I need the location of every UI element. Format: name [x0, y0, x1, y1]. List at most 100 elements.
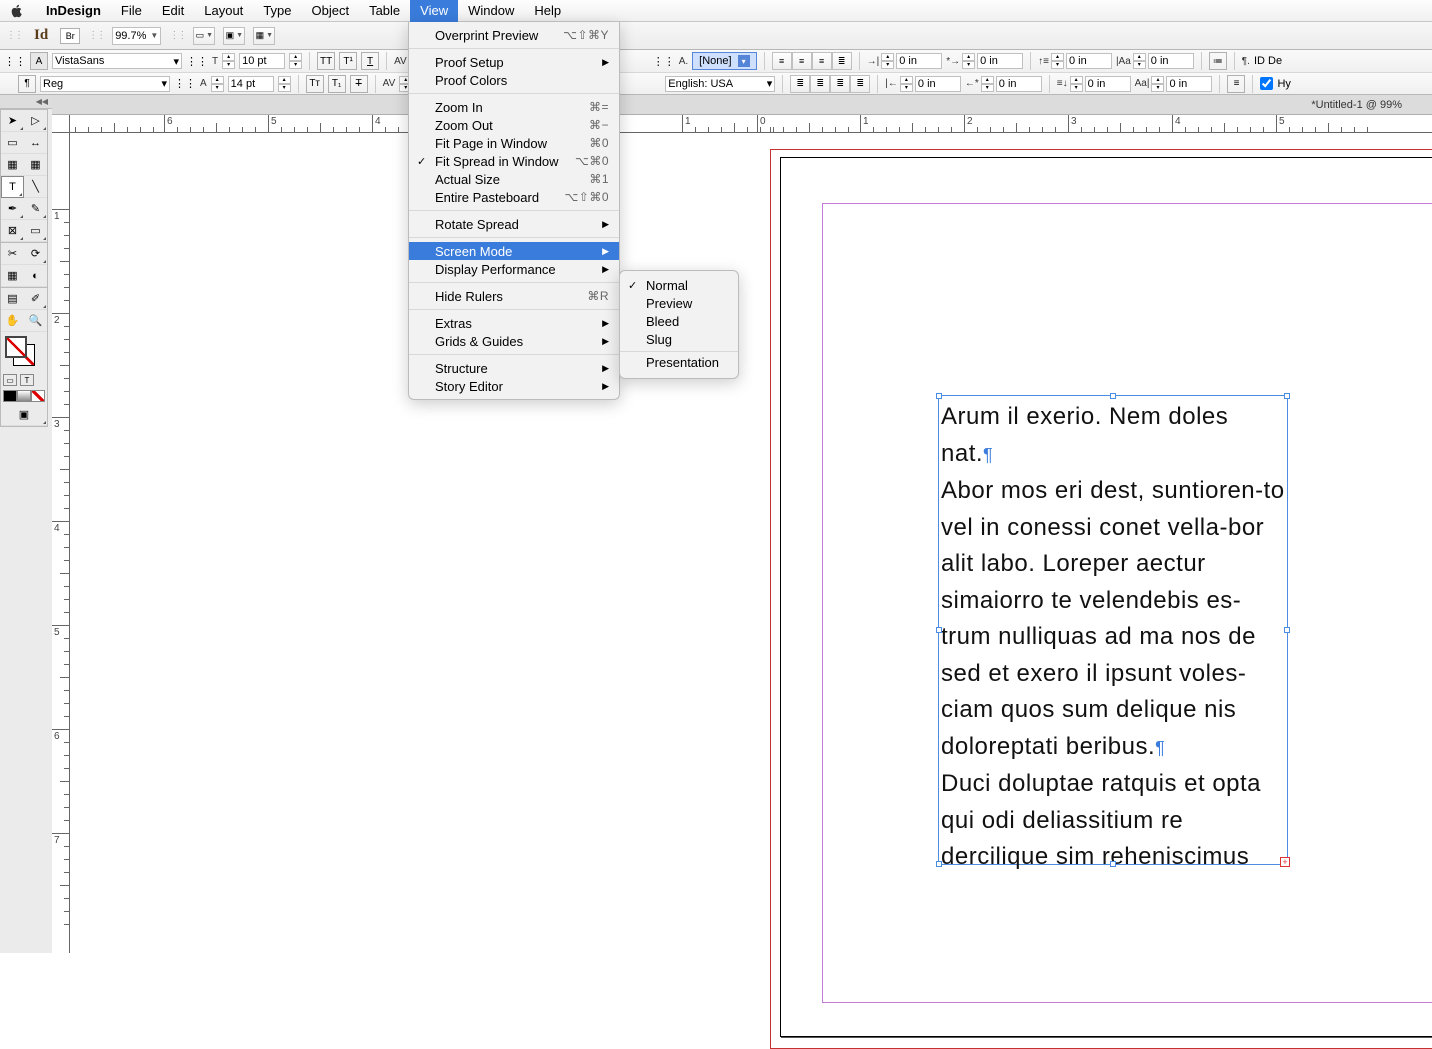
- eyedropper-tool[interactable]: ✐: [24, 288, 47, 310]
- apply-gradient-icon[interactable]: [17, 390, 31, 402]
- stepper[interactable]: ▴▾: [1051, 53, 1064, 69]
- char-format-mode[interactable]: A: [30, 52, 48, 70]
- rectangle-frame-tool[interactable]: ⊠: [1, 220, 24, 242]
- justify-center-button[interactable]: ≣: [810, 75, 830, 93]
- type-tool[interactable]: T: [1, 176, 24, 198]
- indent-field[interactable]: 0 in: [996, 76, 1042, 92]
- menu-item-proof-setup[interactable]: Proof Setup▶: [409, 53, 619, 71]
- stepper[interactable]: ▴▾: [289, 53, 302, 69]
- leading-field[interactable]: 14 pt: [228, 76, 274, 92]
- menu-item-zoom-in[interactable]: Zoom In⌘=: [409, 98, 619, 116]
- menubar-item-view[interactable]: View: [410, 0, 458, 22]
- underline-button[interactable]: T: [361, 52, 379, 70]
- language-select[interactable]: English: USA▾: [665, 76, 775, 92]
- strike-button[interactable]: T: [350, 75, 368, 93]
- menu-item-actual-size[interactable]: Actual Size⌘1: [409, 170, 619, 188]
- justify-right-button[interactable]: ≣: [830, 75, 850, 93]
- gradient-swatch-tool[interactable]: ▦: [1, 265, 24, 287]
- arrange-docs-button[interactable]: ▦▼: [253, 27, 275, 45]
- space-field[interactable]: 0 in: [1066, 53, 1112, 69]
- menu-item-zoom-out[interactable]: Zoom Out⌘−: [409, 116, 619, 134]
- document-canvas[interactable]: + Arum il exerio. Nem doles nat.¶ Abor m…: [70, 133, 1432, 953]
- overset-indicator-icon[interactable]: +: [1280, 857, 1290, 867]
- menu-item-extras[interactable]: Extras▶: [409, 314, 619, 332]
- format-container-icon[interactable]: ▭: [3, 374, 17, 386]
- justify-all-button[interactable]: ≣: [790, 75, 810, 93]
- menubar-item-table[interactable]: Table: [359, 0, 410, 22]
- scissors-tool[interactable]: ✂: [1, 243, 24, 265]
- menubar-item-edit[interactable]: Edit: [152, 0, 194, 22]
- menu-item-proof-colors[interactable]: Proof Colors: [409, 71, 619, 89]
- indent-field[interactable]: 0 in: [915, 76, 961, 92]
- rectangle-tool[interactable]: ▭: [24, 220, 47, 242]
- tools-collapse-handle[interactable]: ◀◀: [0, 95, 52, 109]
- line-tool[interactable]: ╲: [24, 176, 47, 198]
- gradient-feather-tool[interactable]: ◐: [24, 265, 47, 287]
- content-collector-tool[interactable]: ▦: [1, 154, 24, 176]
- superscript-button[interactable]: T¹: [339, 52, 357, 70]
- stepper[interactable]: ▴▾: [1070, 76, 1083, 92]
- char-style-select[interactable]: [None]▾: [692, 52, 756, 70]
- menubar-item-window[interactable]: Window: [458, 0, 524, 22]
- zoom-level-select[interactable]: 99.7%▼: [112, 27, 161, 45]
- submenu-bleed[interactable]: Bleed: [620, 313, 738, 331]
- menubar-item-file[interactable]: File: [111, 0, 152, 22]
- font-family-field[interactable]: VistaSans▾: [52, 53, 182, 69]
- menu-item-hide-rulers[interactable]: Hide Rulers⌘R: [409, 287, 619, 305]
- bullets-button[interactable]: ≔: [1209, 52, 1227, 70]
- horizontal-ruler[interactable]: 76541012345: [52, 115, 1432, 133]
- stepper[interactable]: ▴▾: [1151, 76, 1164, 92]
- font-size-field[interactable]: 10 pt: [239, 53, 285, 69]
- fill-stroke-swatch[interactable]: [1, 332, 47, 372]
- format-text-icon[interactable]: T: [20, 374, 34, 386]
- stepper[interactable]: ▴▾: [211, 76, 224, 92]
- page-tool[interactable]: ▭: [1, 132, 24, 154]
- stepper[interactable]: ▴▾: [900, 76, 913, 92]
- apple-logo-icon[interactable]: [10, 4, 24, 18]
- bridge-button[interactable]: Br: [60, 28, 80, 44]
- submenu-slug[interactable]: Slug: [620, 331, 738, 349]
- apply-color-icon[interactable]: [3, 390, 17, 402]
- text-frame[interactable]: + Arum il exerio. Nem doles nat.¶ Abor m…: [938, 395, 1288, 865]
- align-right-button[interactable]: ≡: [812, 52, 832, 70]
- indesign-logo[interactable]: Id: [34, 27, 48, 44]
- apply-none-icon[interactable]: [31, 390, 45, 402]
- align-center-button[interactable]: ≡: [792, 52, 812, 70]
- stepper[interactable]: ▴▾: [962, 53, 975, 69]
- menu-item-story-editor[interactable]: Story Editor▶: [409, 377, 619, 395]
- submenu-normal[interactable]: ✓Normal: [620, 277, 738, 295]
- menu-item-display-performance[interactable]: Display Performance▶: [409, 260, 619, 278]
- note-tool[interactable]: ▤: [1, 288, 24, 310]
- menubar-item-type[interactable]: Type: [253, 0, 301, 22]
- align-left-button[interactable]: ≡: [772, 52, 792, 70]
- menu-item-fit-spread-in-window[interactable]: ✓Fit Spread in Window⌥⌘0: [409, 152, 619, 170]
- menu-item-structure[interactable]: Structure▶: [409, 359, 619, 377]
- vertical-ruler[interactable]: 1234567: [52, 133, 70, 953]
- view-options-button[interactable]: ▭▼: [193, 27, 215, 45]
- menu-item-grids-guides[interactable]: Grids & Guides▶: [409, 332, 619, 350]
- menu-item-overprint-preview[interactable]: Overprint Preview⌥⇧⌘Y: [409, 26, 619, 44]
- space-field[interactable]: 0 in: [1085, 76, 1131, 92]
- document-title[interactable]: *Untitled-1 @ 99%: [1311, 99, 1402, 111]
- selection-tool[interactable]: ➤: [1, 110, 24, 132]
- menubar-item-layout[interactable]: Layout: [194, 0, 253, 22]
- menu-item-entire-pasteboard[interactable]: Entire Pasteboard⌥⇧⌘0: [409, 188, 619, 206]
- stepper[interactable]: ▴▾: [222, 53, 235, 69]
- indent-field[interactable]: 0 in: [977, 53, 1023, 69]
- space-field[interactable]: 0 in: [1166, 76, 1212, 92]
- smallcaps-button[interactable]: Tᴛ: [306, 75, 324, 93]
- menu-item-rotate-spread[interactable]: Rotate Spread▶: [409, 215, 619, 233]
- submenu-presentation[interactable]: Presentation: [620, 354, 738, 372]
- pen-tool[interactable]: ✒: [1, 198, 24, 220]
- body-text[interactable]: Arum il exerio. Nem doles nat.¶ Abor mos…: [939, 396, 1287, 879]
- submenu-preview[interactable]: Preview: [620, 295, 738, 313]
- hand-tool[interactable]: ✋: [1, 310, 24, 332]
- menu-appname[interactable]: InDesign: [36, 0, 111, 22]
- menu-item-screen-mode[interactable]: Screen Mode▶: [409, 242, 619, 260]
- direct-selection-tool[interactable]: ▷: [24, 110, 47, 132]
- stepper[interactable]: ▴▾: [981, 76, 994, 92]
- menu-item-fit-page-in-window[interactable]: Fit Page in Window⌘0: [409, 134, 619, 152]
- subscript-button[interactable]: T₁: [328, 75, 346, 93]
- stepper[interactable]: ▴▾: [881, 53, 894, 69]
- ruler-origin[interactable]: [52, 115, 70, 133]
